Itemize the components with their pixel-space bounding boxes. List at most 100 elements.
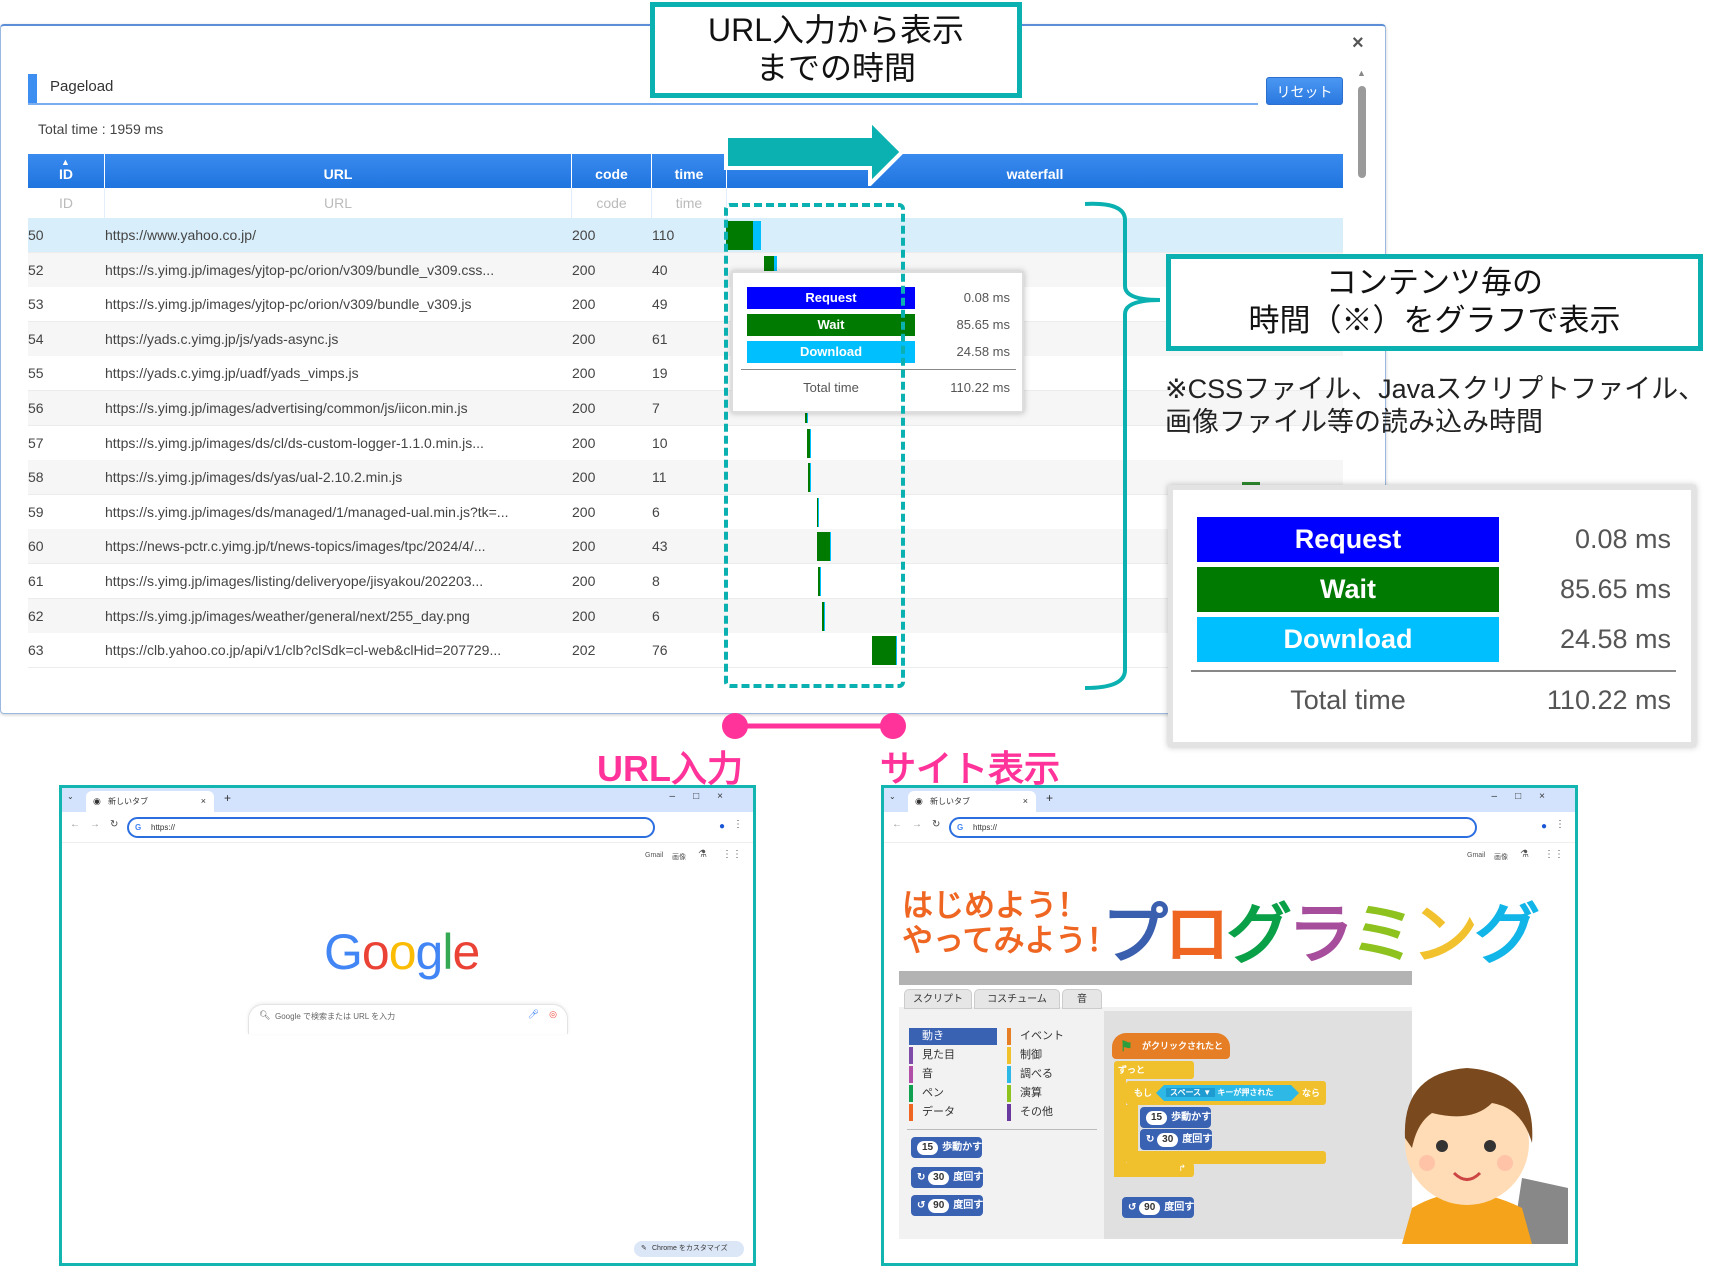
profile-icon[interactable]: ● [1541, 821, 1547, 832]
block-number-input[interactable]: 30 [928, 1171, 950, 1185]
profile-icon[interactable]: ● [719, 821, 725, 832]
cell-id: 57 [28, 434, 44, 451]
cell-url: https://s.yimg.jp/images/weather/general… [105, 607, 470, 624]
cell-id: 61 [28, 573, 44, 589]
block-label: 度回す [953, 1200, 984, 1211]
labs-flask-icon[interactable]: ⚗ [1520, 849, 1529, 860]
menu-kebab-icon[interactable]: ⋮ [733, 819, 743, 830]
nav-buttons[interactable]: ←→↻ [70, 819, 128, 830]
category-item[interactable]: 演算 [1007, 1085, 1087, 1102]
block-number-input[interactable]: 15 [917, 1141, 939, 1155]
cell-url: https://yads.c.yimg.jp/js/yads-async.js [105, 330, 339, 347]
forever-block[interactable]: ずっと [1114, 1061, 1194, 1079]
banner-char: ン [1412, 897, 1478, 971]
menu-kebab-icon[interactable]: ⋮ [1555, 819, 1565, 830]
reset-button[interactable]: リセット [1266, 77, 1343, 105]
arrow-right-icon [724, 120, 904, 186]
tab-close-icon[interactable]: × [201, 791, 206, 812]
motion-block[interactable]: ↻ 30 度回す [1140, 1129, 1213, 1150]
search-input[interactable]: 🔍︎ Google で検索または URL を入力 🎤︎ ◎ [248, 1004, 568, 1034]
category-item[interactable]: データ [909, 1104, 997, 1121]
column-header-code[interactable]: code [572, 154, 652, 188]
new-tab-icon[interactable]: + [1046, 791, 1053, 805]
category-item[interactable]: 動き [909, 1028, 997, 1045]
cell-id: 62 [28, 607, 44, 624]
images-link[interactable]: 画像 [1494, 852, 1508, 862]
filter-id-input[interactable]: ID [28, 188, 105, 219]
category-item[interactable]: 制御 [1007, 1047, 1087, 1064]
scroll-up-arrow-icon[interactable]: ▲ [1357, 68, 1366, 78]
waterfall-tooltip-enlarged: Request Wait Download 0.08 ms 85.65 ms 2… [1168, 485, 1696, 747]
key-pressed-sensing-block[interactable]: スペース ▼ キーが押された [1156, 1085, 1299, 1101]
gmail-link[interactable]: Gmail [645, 852, 663, 859]
motion-block[interactable]: ↻ 30 度回す [911, 1167, 984, 1188]
apps-grid-icon[interactable]: ⋮⋮ [722, 849, 742, 860]
block-number-input[interactable]: 15 [1146, 1111, 1168, 1125]
block-number-input[interactable]: 30 [1157, 1133, 1179, 1147]
browser-tab[interactable]: ◉ 新しいタブ × [908, 791, 1036, 812]
close-icon[interactable]: × [1352, 32, 1364, 55]
category-item[interactable]: イベント [1007, 1028, 1087, 1045]
tab-list-chevron-icon[interactable]: ⌄ [889, 792, 896, 801]
key-dropdown[interactable]: スペース ▼ [1166, 1088, 1216, 1097]
column-header-url[interactable]: URL [105, 154, 572, 188]
category-item[interactable]: 見た目 [909, 1047, 997, 1064]
if-arm [1126, 1105, 1138, 1153]
block-number-input[interactable]: 90 [1139, 1201, 1161, 1215]
filter-url-input[interactable]: URL [105, 188, 572, 219]
scrollbar-thumb[interactable] [1358, 86, 1366, 178]
banner-line: はじめよう！ [902, 888, 1088, 923]
category-item[interactable]: 調べる [1007, 1066, 1087, 1083]
category-item[interactable]: ペン [909, 1085, 997, 1102]
cell-code: 200 [572, 434, 596, 451]
gmail-link[interactable]: Gmail [1467, 852, 1485, 859]
column-header-time[interactable]: time [652, 154, 727, 188]
labs-flask-icon[interactable]: ⚗ [698, 849, 707, 860]
motion-block[interactable]: ↺ 90 度回す [1122, 1197, 1195, 1218]
cell-time: 10 [652, 434, 668, 451]
tab-title: 新しいタブ [108, 797, 148, 806]
download-value: 24.58 ms [1559, 624, 1671, 654]
tab-close-icon[interactable]: × [1023, 791, 1028, 812]
if-block[interactable]: もし スペース ▼ キーが押された なら [1126, 1081, 1326, 1105]
motion-block[interactable]: ↺ 90 度回す [911, 1195, 984, 1216]
cell-id: 60 [28, 538, 44, 555]
nav-buttons[interactable]: ←→↻ [892, 819, 950, 830]
forever-arm [1114, 1077, 1126, 1177]
filter-code-input[interactable]: code [572, 188, 652, 219]
cell-id: 54 [28, 330, 44, 347]
cell-url: https://s.yimg.jp/images/ds/managed/1/ma… [105, 503, 509, 520]
category-item[interactable]: その他 [1007, 1104, 1087, 1121]
customize-chrome-button[interactable]: ✎ Chrome をカスタマイズ [634, 1241, 744, 1257]
when-flag-clicked-block[interactable]: ⚑がクリックされたとき [1112, 1033, 1230, 1077]
callout-line: 時間（※）をグラフで表示 [1248, 303, 1621, 338]
address-bar[interactable]: Ghttps:// [127, 817, 655, 838]
block-number-input[interactable]: 90 [928, 1199, 950, 1213]
window-controls[interactable]: –□× [670, 791, 741, 802]
wait-value: 85.65 ms [1559, 574, 1671, 604]
banner-char: ミ [1350, 897, 1416, 971]
category-item[interactable]: 音 [909, 1066, 997, 1083]
waterfall-highlight [724, 203, 905, 688]
motion-block[interactable]: 15 歩動かす [911, 1137, 983, 1158]
motion-block[interactable]: 15 歩動かす [1140, 1107, 1212, 1128]
address-bar[interactable]: Ghttps:// [949, 817, 1477, 838]
browser-tab[interactable]: ◉ 新しいタブ × [86, 791, 214, 812]
tab-costumes[interactable]: コスチューム [974, 989, 1060, 1009]
apps-grid-icon[interactable]: ⋮⋮ [1544, 849, 1564, 860]
new-tab-icon[interactable]: + [224, 791, 231, 805]
column-header-id[interactable]: ▲ ID [28, 154, 105, 188]
tab-sounds[interactable]: 音 [1062, 989, 1102, 1009]
rotate-ccw-icon: ↺ [917, 1200, 929, 1211]
voice-search-icon[interactable]: 🎤︎ [528, 1009, 539, 1020]
filter-time-input[interactable]: time [652, 188, 727, 219]
lens-icon[interactable]: ◎ [549, 1009, 557, 1020]
tab-list-chevron-icon[interactable]: ⌄ [67, 792, 74, 801]
cell-time: 43 [652, 538, 668, 555]
title-underline [28, 103, 1258, 105]
scratch-editor: スクリプト コスチューム 音 動き 見た目音ペン データ イベント 制御 調べる 演算 その他… [899, 971, 1412, 1239]
window-controls[interactable]: –□× [1492, 791, 1563, 802]
palette-divider [907, 1129, 1097, 1130]
images-link[interactable]: 画像 [672, 852, 686, 862]
tab-scripts[interactable]: スクリプト [904, 989, 972, 1009]
